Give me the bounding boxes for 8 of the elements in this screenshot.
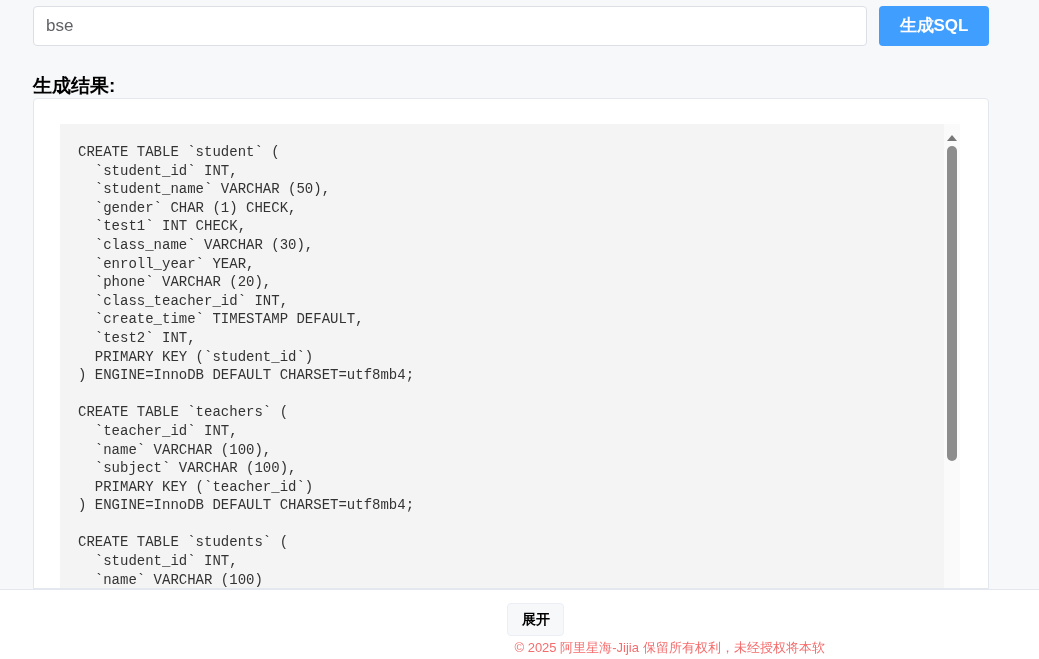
scrollbar-thumb[interactable] [947,146,957,461]
expand-button[interactable]: 展开 [507,603,564,636]
copyright-text: © 2025 阿里星海-Jijia 保留所有权利，未经授权将本软 [514,640,825,656]
result-heading: 生成结果: [33,74,116,98]
scroll-up-icon[interactable] [946,134,958,142]
query-field[interactable]: bse [33,6,867,46]
sql-code-block: CREATE TABLE `student` ( `student_id` INT, `student_name` VARCHAR (50), `gender` CHAR (1) CHECK, `test1` INT CHECK, `class_name` VARCHAR (30), `enroll_year` YEAR, `phone` VARCHAR (20), `class_teacher_id` INT, `create_time` TIMESTAMP DEFAULT, `test2` INT, PRIMARY KEY (`student_id`) ) ENGINE=InnoDB DEFAULT CHARSET=utf8mb4; CREATE TABLE `teachers` ( `teacher_id` INT, `name` VARCHAR (100), `subject` VARCHAR (100), PRIMARY KEY (`teacher_id`) ) ENGINE=InnoDB DEFAULT CHARSET=utf8mb4; CREATE TABLE `students` ( `student_id` INT, `name` VARCHAR (100) [60,124,944,588]
scrollbar[interactable] [944,124,960,588]
